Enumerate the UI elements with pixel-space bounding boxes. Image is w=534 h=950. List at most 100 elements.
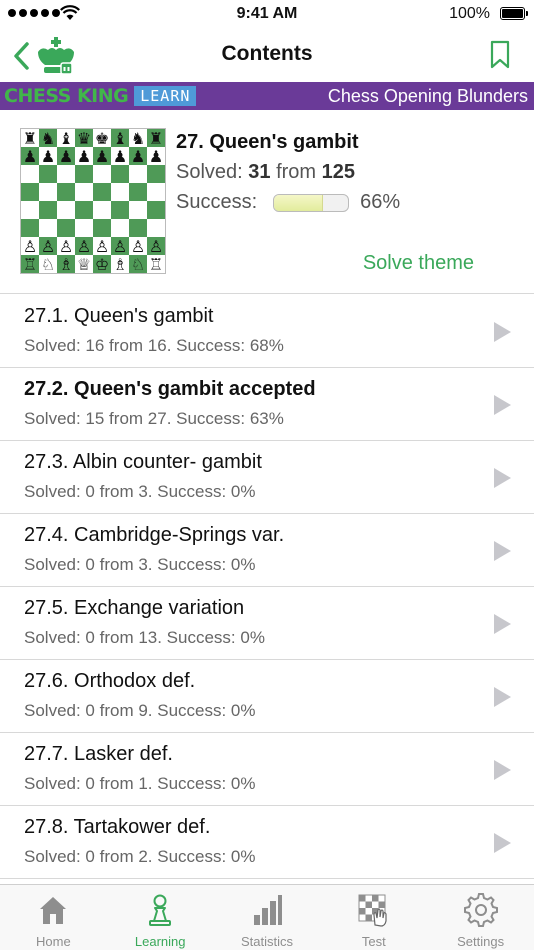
battery-percentage: 100% (449, 5, 490, 22)
tab-home[interactable]: Home (0, 885, 107, 950)
board-square (21, 165, 39, 183)
white-rook-icon: ♖ (149, 255, 163, 273)
subtheme-stats: Solved: 0 from 13. Success: 0% (24, 628, 265, 647)
bookmark-icon[interactable] (488, 40, 512, 70)
play-icon[interactable] (492, 321, 512, 343)
subtheme-title: 27.5. Exchange variation (24, 597, 245, 619)
play-icon[interactable] (492, 686, 512, 708)
subtheme-stats: Solved: 0 from 3. Success: 0% (24, 482, 256, 501)
board-square (75, 165, 93, 183)
list-item[interactable]: 27.8. Tartakower def. Solved: 0 from 2. S… (0, 806, 534, 879)
white-queen-icon: ♕ (77, 255, 91, 273)
chessboard-hand-icon (358, 894, 387, 927)
success-progress-bar (273, 193, 350, 212)
home-icon (40, 897, 67, 924)
play-icon[interactable] (492, 540, 512, 562)
board-square (39, 165, 57, 183)
board-square (111, 165, 129, 183)
success-percentage: 66% (360, 191, 401, 213)
board-square (129, 201, 147, 219)
tab-label: Home (36, 934, 71, 949)
board-square (111, 201, 129, 219)
theme-solved-stats: Solved: 31 from 125 (176, 161, 355, 184)
list-item[interactable]: 27.1. Queen's gambit Solved: 16 from 16. … (0, 295, 534, 368)
black-rook-icon: ♜ (149, 129, 163, 148)
board-square (75, 183, 93, 201)
list-item[interactable]: 27.5. Exchange variation Solved: 0 from 1… (0, 587, 534, 660)
subtheme-title: 27.2. Queen's gambit accepted (24, 378, 316, 400)
black-pawn-icon: ♟ (113, 147, 127, 166)
subtheme-title: 27.7. Lasker def. (24, 743, 173, 765)
black-pawn-icon: ♟ (23, 147, 37, 166)
tab-label: Learning (134, 934, 186, 949)
white-bishop-icon: ♗ (59, 255, 73, 273)
solve-theme-button[interactable]: Solve theme (363, 252, 474, 275)
subtheme-title: 27.4. Cambridge-Springs var. (24, 524, 285, 546)
white-bishop-icon: ♗ (113, 255, 127, 273)
black-knight-icon: ♞ (131, 129, 145, 148)
board-square (111, 183, 129, 201)
play-icon[interactable] (492, 759, 512, 781)
tab-settings[interactable]: Settings (427, 885, 534, 950)
back-button[interactable] (12, 36, 84, 76)
board-square (93, 183, 111, 201)
subtheme-stats: Solved: 0 from 9. Success: 0% (24, 701, 256, 720)
board-square (75, 219, 93, 237)
black-pawn-icon: ♟ (131, 147, 145, 166)
black-queen-icon: ♛ (77, 129, 91, 148)
chess-king-logo-icon (38, 37, 74, 75)
subtheme-stats: Solved: 0 from 2. Success: 0% (24, 847, 256, 866)
subtheme-title: 27.6. Orthodox def. (24, 670, 196, 692)
black-pawn-icon: ♟ (77, 147, 91, 166)
play-icon[interactable] (492, 613, 512, 635)
theme-title: 27. Queen's gambit (176, 131, 359, 153)
list-item[interactable]: 27.2. Queen's gambit accepted Solved: 15 … (0, 368, 534, 441)
learn-badge: LEARN (134, 86, 197, 106)
subtheme-list: 27.1. Queen's gambit Solved: 16 from 16. … (0, 295, 534, 879)
list-item[interactable]: 27.3. Albin counter- gambit Solved: 0 fro… (0, 441, 534, 514)
tab-test[interactable]: Test (320, 885, 427, 950)
board-square (75, 201, 93, 219)
tab-bar: Home Learning Statistics Test Settings (0, 884, 534, 950)
from-label: from (276, 161, 317, 183)
board-square (57, 183, 75, 201)
board-square (21, 183, 39, 201)
solved-label: Solved: (176, 161, 243, 183)
black-king-icon: ♚ (95, 129, 109, 148)
total-count: 125 (321, 161, 356, 183)
subtheme-title: 27.1. Queen's gambit (24, 305, 214, 327)
solved-count: 31 (248, 161, 271, 183)
theme-header: ♜ ♞ ♝ ♛ ♚ ♝ ♞ ♜ ♟ ♟ ♟ ♟ ♟ ♟ ♟ ♟ ♙ ♙ ♙ ♙ ♙ ♙ ♙ ♙ ♖ ♘ ♗ ♕ ♔ ♗ ♘ ♖ 27. Que… (0, 110, 534, 294)
subtheme-title: 27.8. Tartakower def. (24, 816, 211, 838)
board-square (39, 219, 57, 237)
black-knight-icon: ♞ (41, 129, 55, 148)
board-square (93, 201, 111, 219)
black-pawn-icon: ♟ (59, 147, 73, 166)
list-item[interactable]: 27.7. Lasker def. Solved: 0 from 1. Succe… (0, 733, 534, 806)
play-icon[interactable] (492, 832, 512, 854)
white-pawn-icon: ♙ (95, 237, 109, 256)
white-pawn-icon: ♙ (77, 237, 91, 256)
board-square (147, 219, 165, 237)
play-icon[interactable] (492, 467, 512, 489)
board-square (129, 183, 147, 201)
subtheme-stats: Solved: 0 from 3. Success: 0% (24, 555, 256, 574)
black-pawn-icon: ♟ (95, 147, 109, 166)
list-item[interactable]: 27.6. Orthodox def. Solved: 0 from 9. Suc… (0, 660, 534, 733)
tab-label: Settings (457, 934, 505, 949)
success-progress-fill (274, 194, 323, 211)
board-square (111, 219, 129, 237)
black-bishop-icon: ♝ (59, 129, 73, 148)
battery-icon (500, 7, 528, 20)
board-square (57, 219, 75, 237)
white-pawn-icon: ♙ (23, 237, 37, 256)
play-icon[interactable] (492, 394, 512, 416)
white-king-icon: ♔ (95, 255, 109, 273)
tab-statistics[interactable]: Statistics (214, 885, 321, 950)
list-item[interactable]: 27.4. Cambridge-Springs var. Solved: 0 fr… (0, 514, 534, 587)
white-knight-icon: ♘ (131, 255, 145, 273)
subtheme-stats: Solved: 15 from 27. Success: 63% (24, 409, 284, 428)
board-square (39, 201, 57, 219)
white-pawn-icon: ♙ (113, 237, 127, 256)
tab-learning[interactable]: Learning (107, 885, 214, 950)
